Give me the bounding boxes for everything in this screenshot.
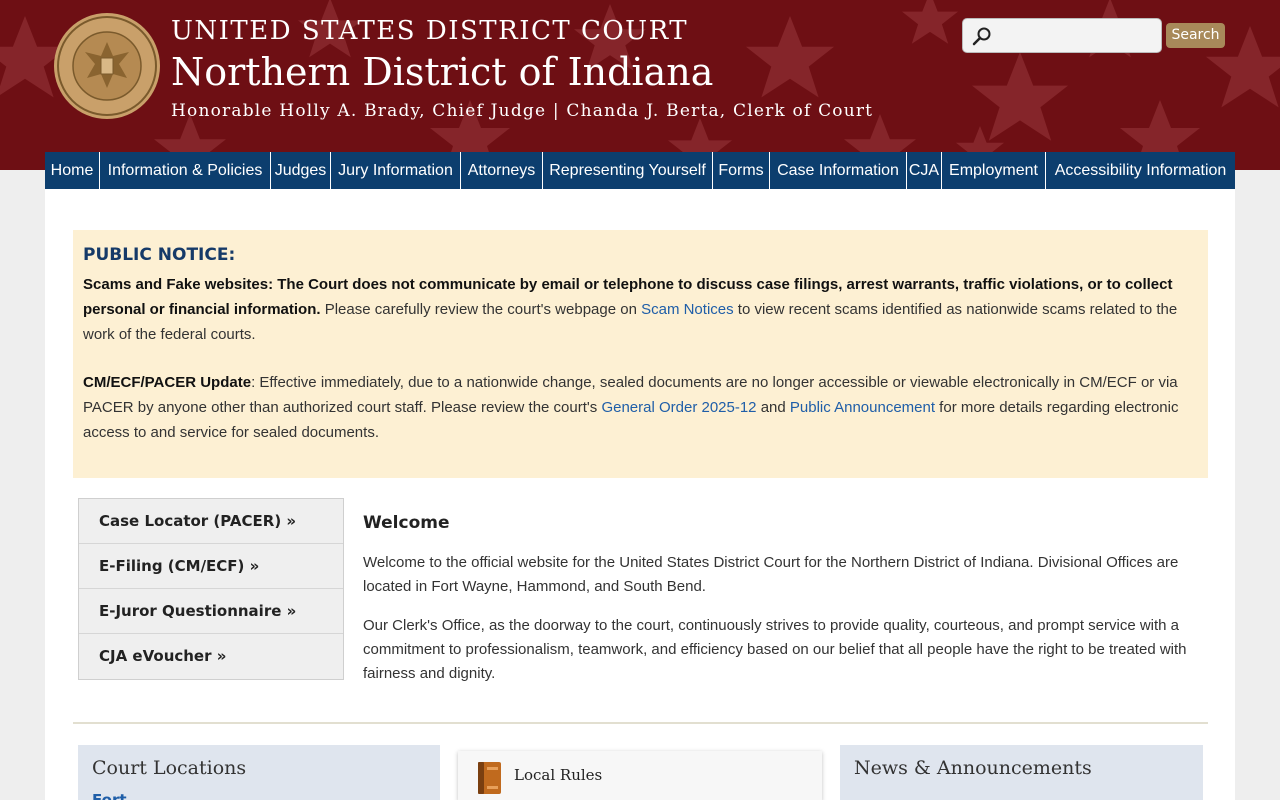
notice-pacer-and: and bbox=[756, 399, 790, 416]
court-locations-card: Court Locations Fort Wayne bbox=[78, 745, 440, 800]
notice-scam-paragraph: Scams and Fake websites: The Court does … bbox=[83, 272, 1198, 347]
quicklink-case-locator[interactable]: Case Locator (PACER) » bbox=[79, 499, 343, 544]
nav-judges[interactable]: Judges bbox=[271, 152, 331, 189]
court-seal-icon bbox=[54, 13, 160, 119]
district-name[interactable]: Northern District of Indiana bbox=[171, 50, 713, 94]
quick-links: Case Locator (PACER) » E-Filing (CM/ECF)… bbox=[78, 498, 344, 680]
nav-forms[interactable]: Forms bbox=[713, 152, 770, 189]
welcome-paragraph-1: Welcome to the official website for the … bbox=[363, 554, 1179, 595]
nav-attorneys[interactable]: Attorneys bbox=[461, 152, 543, 189]
welcome-title: Welcome bbox=[363, 513, 450, 533]
general-order-link[interactable]: General Order 2025-12 bbox=[601, 399, 756, 416]
welcome-section: Welcome Welcome to the official website … bbox=[363, 513, 1205, 701]
court-locations-title: Court Locations bbox=[92, 757, 247, 779]
site-header: UNITED STATES DISTRICT COURT Northern Di… bbox=[0, 0, 1280, 170]
welcome-paragraph-2: Our Clerk's Office, as the doorway to th… bbox=[363, 617, 1187, 682]
notice-pacer-bold: CM/ECF/PACER Update bbox=[83, 374, 252, 391]
search-button[interactable]: Search bbox=[1166, 23, 1225, 48]
quicklink-e-filing[interactable]: E-Filing (CM/ECF) » bbox=[79, 544, 343, 589]
court-officials: Honorable Holly A. Brady, Chief Judge | … bbox=[171, 101, 874, 121]
location-link-fort-wayne[interactable]: Fort Wayne bbox=[92, 791, 172, 800]
section-divider bbox=[73, 722, 1208, 724]
nav-jury-information[interactable]: Jury Information bbox=[331, 152, 461, 189]
nav-employment[interactable]: Employment bbox=[942, 152, 1046, 189]
main-nav: Home Information & Policies Judges Jury … bbox=[45, 152, 1235, 189]
news-announcements-card: News & Announcements bbox=[840, 745, 1203, 800]
nav-cja[interactable]: CJA bbox=[907, 152, 942, 189]
public-notice: PUBLIC NOTICE: Scams and Fake websites: … bbox=[73, 230, 1208, 478]
public-announcement-link[interactable]: Public Announcement bbox=[790, 399, 935, 416]
local-rules-title: Local Rules bbox=[514, 766, 603, 784]
quicklink-cja-evoucher[interactable]: CJA eVoucher » bbox=[79, 634, 343, 679]
nav-home[interactable]: Home bbox=[45, 152, 100, 189]
nav-case-information[interactable]: Case Information bbox=[770, 152, 907, 189]
nav-representing-yourself[interactable]: Representing Yourself bbox=[543, 152, 713, 189]
search-input[interactable] bbox=[997, 23, 1157, 49]
main-content: PUBLIC NOTICE: Scams and Fake websites: … bbox=[45, 189, 1235, 800]
notice-scam-text: Please carefully review the court's webp… bbox=[320, 301, 642, 318]
local-rules-card[interactable]: Local Rules bbox=[458, 751, 822, 800]
nav-information-policies[interactable]: Information & Policies bbox=[100, 152, 271, 189]
search-icon bbox=[972, 27, 991, 46]
notice-title: PUBLIC NOTICE: bbox=[83, 245, 236, 265]
book-icon bbox=[478, 762, 501, 794]
quicklink-e-juror[interactable]: E-Juror Questionnaire » bbox=[79, 589, 343, 634]
scam-notices-link[interactable]: Scam Notices bbox=[641, 301, 734, 318]
court-name-line: UNITED STATES DISTRICT COURT bbox=[171, 16, 689, 46]
search-box[interactable] bbox=[962, 18, 1162, 53]
nav-accessibility-information[interactable]: Accessibility Information bbox=[1046, 152, 1235, 189]
news-announcements-title: News & Announcements bbox=[854, 757, 1092, 779]
notice-pacer-paragraph: CM/ECF/PACER Update: Effective immediate… bbox=[83, 370, 1198, 445]
